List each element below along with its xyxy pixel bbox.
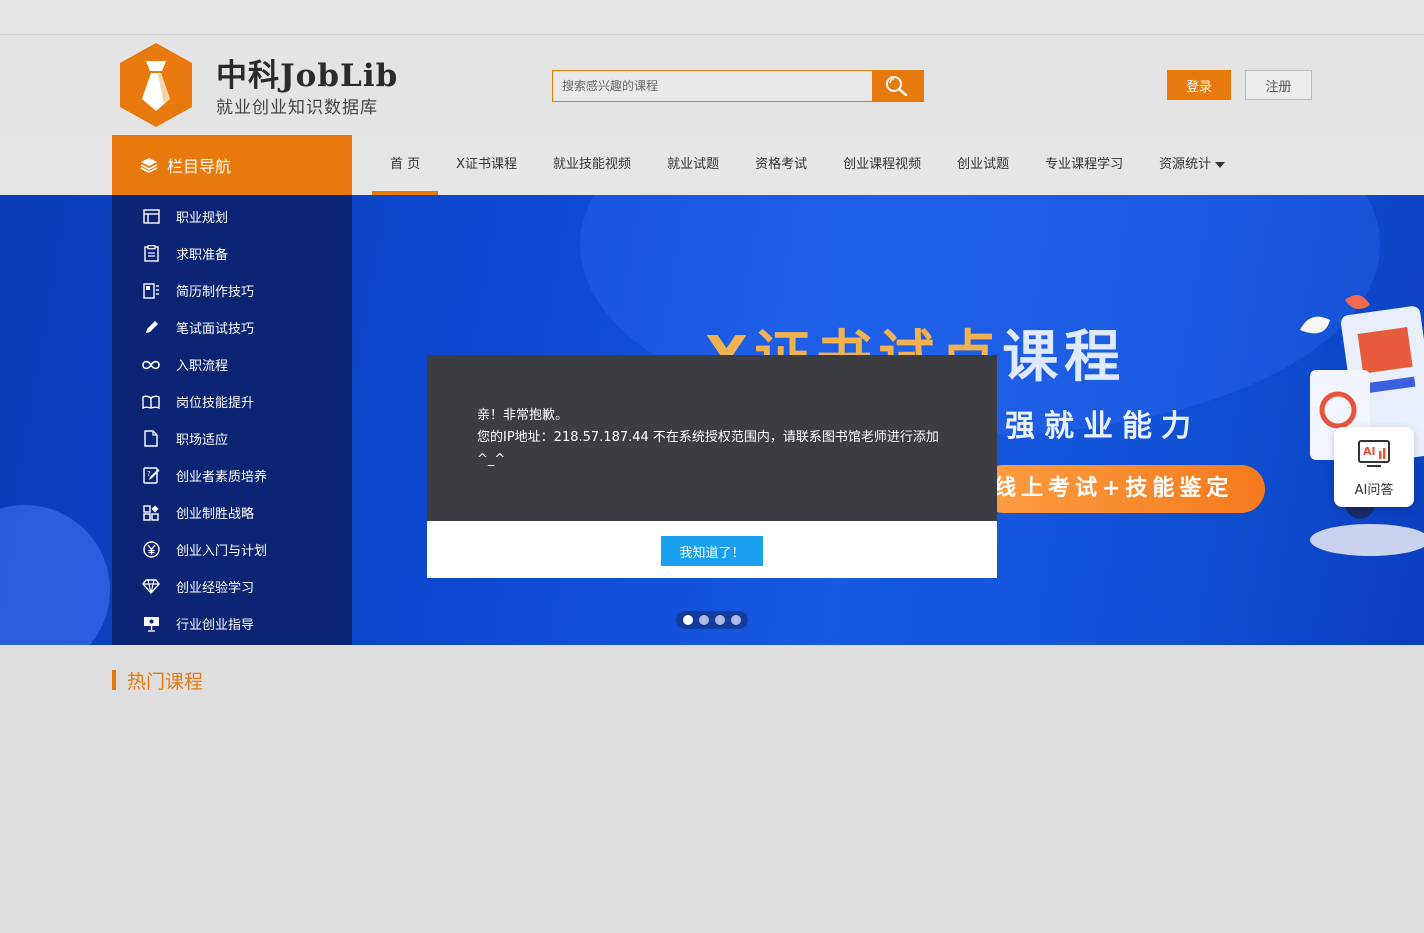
caret-down-icon bbox=[1215, 161, 1226, 168]
logo-icon bbox=[120, 43, 192, 127]
section-accent-bar bbox=[112, 670, 116, 690]
top-strip bbox=[0, 0, 1424, 35]
side-menu-item-career-planning[interactable]: 职业规划 bbox=[112, 198, 352, 235]
side-menu-label: 职业规划 bbox=[176, 211, 229, 226]
svg-text:AI: AI bbox=[1363, 445, 1376, 458]
side-menu-label: 行业创业指导 bbox=[176, 618, 255, 633]
side-menu-item-onboarding-process[interactable]: 入职流程 bbox=[112, 346, 352, 383]
side-menu-label: 求职准备 bbox=[176, 248, 229, 263]
brand-subtitle: 就业创业知识数据库 bbox=[216, 98, 378, 118]
side-menu-label: 创业制胜战略 bbox=[176, 507, 255, 522]
grid-icon bbox=[143, 504, 159, 521]
side-menu-label: 创业经验学习 bbox=[176, 581, 255, 596]
side-menu-item-job-preparation[interactable]: 求职准备 bbox=[112, 235, 352, 272]
search-icon bbox=[886, 76, 908, 97]
ai-qa-label: AI问答 bbox=[1354, 483, 1394, 498]
resume-icon bbox=[142, 282, 159, 299]
presentation-icon bbox=[143, 616, 159, 632]
nav-links: 首 页 X证书课程 就业技能视频 就业试题 资格考试 创业课程视频 创业试题 专… bbox=[372, 135, 1243, 195]
side-menu-item-job-skill-improvement[interactable]: 岗位技能提升 bbox=[112, 383, 352, 420]
nav-x-certificate-courses[interactable]: X证书课程 bbox=[438, 135, 535, 195]
side-menu-label: 岗位技能提升 bbox=[176, 396, 255, 411]
nav-home[interactable]: 首 页 bbox=[372, 135, 439, 195]
carousel-dot[interactable] bbox=[683, 615, 693, 625]
login-button[interactable]: 登录 bbox=[1167, 70, 1231, 100]
side-menu-label: 笔试面试技巧 bbox=[176, 322, 255, 337]
edit-doc-icon: ? bbox=[142, 467, 159, 484]
diamond-icon bbox=[142, 579, 160, 594]
side-menu-item-resume-skills[interactable]: 简历制作技巧 bbox=[112, 272, 352, 309]
carousel-dot[interactable] bbox=[715, 615, 725, 625]
svg-text:?: ? bbox=[147, 470, 151, 478]
search-bar bbox=[552, 70, 924, 102]
side-menu-item-startup-experience[interactable]: 创业经验学习 bbox=[112, 568, 352, 605]
hot-courses-title: 热门课程 bbox=[127, 670, 204, 693]
hot-courses-heading: 热门课程 bbox=[112, 668, 204, 693]
nav-startup-tests[interactable]: 创业试题 bbox=[939, 135, 1027, 195]
side-menu-label: 入职流程 bbox=[176, 359, 229, 374]
brand-title: 中科JobLib bbox=[216, 58, 399, 94]
nav-qualification-exams[interactable]: 资格考试 bbox=[737, 135, 825, 195]
dialog-ok-button[interactable]: 我知道了！ bbox=[661, 536, 763, 566]
yen-icon bbox=[142, 541, 160, 558]
header: 中科JobLib 就业创业知识数据库 登录 注册 bbox=[0, 35, 1424, 135]
banner-subline: 强就业能力 bbox=[1005, 409, 1200, 444]
infinity-icon bbox=[142, 360, 160, 369]
banner-pill: 线上考试+技能鉴定 bbox=[980, 465, 1265, 513]
banner-decoration bbox=[0, 505, 110, 645]
side-menu-item-interview-skills[interactable]: 笔试面试技巧 bbox=[112, 309, 352, 346]
clipboard-icon bbox=[143, 245, 159, 262]
ip-restriction-dialog: 亲！非常抱歉。 您的IP地址：218.57.187.44 不在系统授权范围内，请… bbox=[427, 355, 997, 578]
carousel-indicators bbox=[676, 611, 748, 629]
side-menu-item-industry-startup-guidance[interactable]: 行业创业指导 bbox=[112, 605, 352, 642]
dialog-body: 亲！非常抱歉。 您的IP地址：218.57.187.44 不在系统授权范围内，请… bbox=[427, 355, 997, 521]
column-nav-header: 栏目导航 bbox=[112, 135, 352, 195]
side-menu-label: 简历制作技巧 bbox=[176, 285, 255, 300]
side-menu-item-workplace-adaptation[interactable]: 职场适应 bbox=[112, 420, 352, 457]
nav-startup-course-videos[interactable]: 创业课程视频 bbox=[825, 135, 939, 195]
carousel-dot[interactable] bbox=[699, 615, 709, 625]
dialog-message-line1: 亲！非常抱歉。 bbox=[477, 408, 569, 423]
dialog-footer: 我知道了！ bbox=[427, 521, 997, 578]
pencil-icon bbox=[145, 321, 158, 333]
window-icon bbox=[142, 209, 160, 224]
side-menu-label: 创业入门与计划 bbox=[176, 544, 268, 559]
register-button[interactable]: 注册 bbox=[1245, 70, 1312, 100]
main-nav: 栏目导航 首 页 X证书课程 就业技能视频 就业试题 资格考试 创业课程视频 创… bbox=[0, 135, 1424, 195]
dialog-message-line2: 您的IP地址：218.57.187.44 不在系统授权范围内，请联系图书馆老师进… bbox=[477, 430, 939, 467]
column-nav-title: 栏目导航 bbox=[167, 157, 232, 176]
side-menu-label: 职场适应 bbox=[176, 433, 229, 448]
book-icon bbox=[142, 395, 160, 409]
ai-qa-widget[interactable]: AI AI问答 bbox=[1334, 427, 1414, 507]
nav-resource-stats-dropdown[interactable]: 资源统计 bbox=[1141, 135, 1243, 195]
side-menu-label: 创业者素质培养 bbox=[176, 470, 268, 485]
side-menu-item-startup-intro-plan[interactable]: 创业入门与计划 bbox=[112, 531, 352, 568]
carousel-dot[interactable] bbox=[731, 615, 741, 625]
nav-employment-skill-videos[interactable]: 就业技能视频 bbox=[535, 135, 649, 195]
nav-employment-tests[interactable]: 就业试题 bbox=[649, 135, 737, 195]
document-icon bbox=[144, 430, 158, 447]
layers-icon bbox=[140, 158, 158, 173]
ai-chart-icon: AI bbox=[1358, 440, 1390, 467]
nav-professional-courses[interactable]: 专业课程学习 bbox=[1027, 135, 1141, 195]
search-input[interactable] bbox=[553, 71, 873, 101]
side-menu: 职业规划 求职准备 简历制作技巧 笔试面试技巧 入职流程 岗位技能提升 职场适应… bbox=[112, 195, 352, 645]
side-menu-item-entrepreneur-quality[interactable]: ? 创业者素质培养 bbox=[112, 457, 352, 494]
side-menu-item-startup-strategy[interactable]: 创业制胜战略 bbox=[112, 494, 352, 531]
search-button[interactable] bbox=[872, 70, 923, 102]
